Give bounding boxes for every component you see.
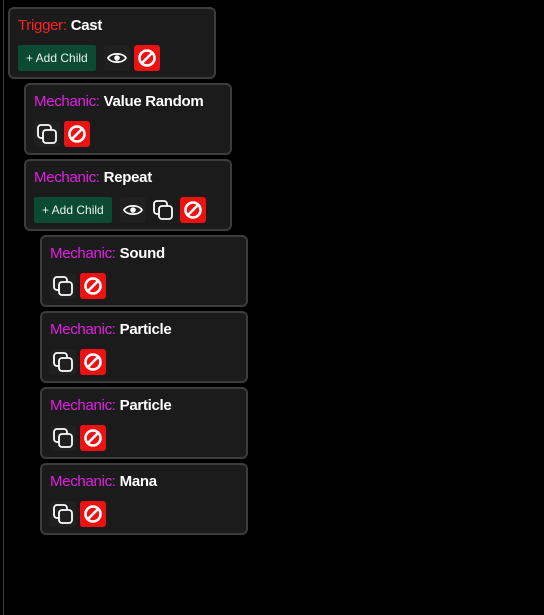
node-controls [50, 348, 106, 376]
copy-button[interactable] [34, 121, 60, 147]
delete-button[interactable] [133, 45, 160, 71]
copy-button[interactable] [50, 501, 76, 527]
copy-icon [53, 276, 73, 296]
copy-button[interactable] [50, 349, 76, 375]
panel-left-border [3, 0, 4, 615]
node-kind: Mechanic: [34, 169, 100, 186]
node-title: Mechanic: Particle [50, 321, 172, 338]
node-mechanic-mana[interactable]: Mechanic: Mana [40, 463, 248, 535]
node-controls [50, 424, 106, 452]
node-mechanic-sound[interactable]: Mechanic: Sound [40, 235, 248, 307]
node-mechanic-value-random[interactable]: Mechanic: Value Random [24, 83, 232, 155]
node-mechanic-particle[interactable]: Mechanic: Particle [40, 311, 248, 383]
node-title: Mechanic: Particle [50, 397, 172, 414]
node-title: Mechanic: Sound [50, 245, 165, 262]
delete-icon [84, 429, 102, 447]
node-kind: Mechanic: [50, 321, 116, 338]
delete-button[interactable] [80, 349, 106, 375]
add-child-button[interactable]: + Add Child [34, 197, 112, 223]
node-controls [50, 500, 106, 528]
node-controls [50, 272, 106, 300]
node-title: Mechanic: Value Random [34, 93, 204, 110]
eye-icon [106, 52, 127, 64]
node-name: Repeat [103, 169, 153, 186]
node-controls: + Add Child [18, 44, 160, 72]
delete-button[interactable] [80, 425, 106, 451]
delete-button[interactable] [80, 501, 106, 527]
add-child-button[interactable]: + Add Child [18, 45, 96, 71]
node-name: Particle [119, 397, 172, 414]
copy-button[interactable] [150, 197, 176, 223]
node-name: Value Random [103, 93, 204, 110]
copy-icon [53, 428, 73, 448]
node-kind: Mechanic: [50, 473, 116, 490]
copy-icon [37, 124, 57, 144]
node-mechanic-particle[interactable]: Mechanic: Particle [40, 387, 248, 459]
node-title: Mechanic: Mana [50, 473, 157, 490]
copy-icon [53, 504, 73, 524]
skill-tree-panel: Trigger: Cast + Add Child Mechanic: Value … [0, 0, 544, 615]
copy-button[interactable] [50, 425, 76, 451]
delete-icon [68, 125, 86, 143]
copy-button[interactable] [50, 273, 76, 299]
node-controls: + Add Child [34, 196, 206, 224]
copy-icon [53, 352, 73, 372]
node-name: Particle [119, 321, 172, 338]
node-title: Trigger: Cast [18, 17, 102, 34]
eye-icon [122, 204, 143, 216]
node-mechanic-repeat[interactable]: Mechanic: Repeat + Add Child [24, 159, 232, 231]
delete-icon [84, 505, 102, 523]
node-controls [34, 120, 90, 148]
node-kind: Mechanic: [34, 93, 100, 110]
delete-button[interactable] [80, 273, 106, 299]
copy-icon [152, 200, 173, 220]
node-name: Sound [119, 245, 165, 262]
node-kind: Trigger: [18, 17, 67, 34]
node-kind: Mechanic: [50, 397, 116, 414]
node-name: Cast [70, 17, 103, 34]
toggle-visibility-button[interactable] [119, 197, 146, 223]
delete-icon [137, 49, 156, 67]
delete-icon [183, 201, 202, 219]
delete-button[interactable] [179, 197, 206, 223]
node-trigger-cast[interactable]: Trigger: Cast + Add Child [8, 7, 216, 79]
node-title: Mechanic: Repeat [34, 169, 152, 186]
delete-icon [84, 277, 102, 295]
node-name: Mana [119, 473, 157, 490]
toggle-visibility-button[interactable] [103, 45, 130, 71]
node-kind: Mechanic: [50, 245, 116, 262]
delete-button[interactable] [64, 121, 90, 147]
delete-icon [84, 353, 102, 371]
